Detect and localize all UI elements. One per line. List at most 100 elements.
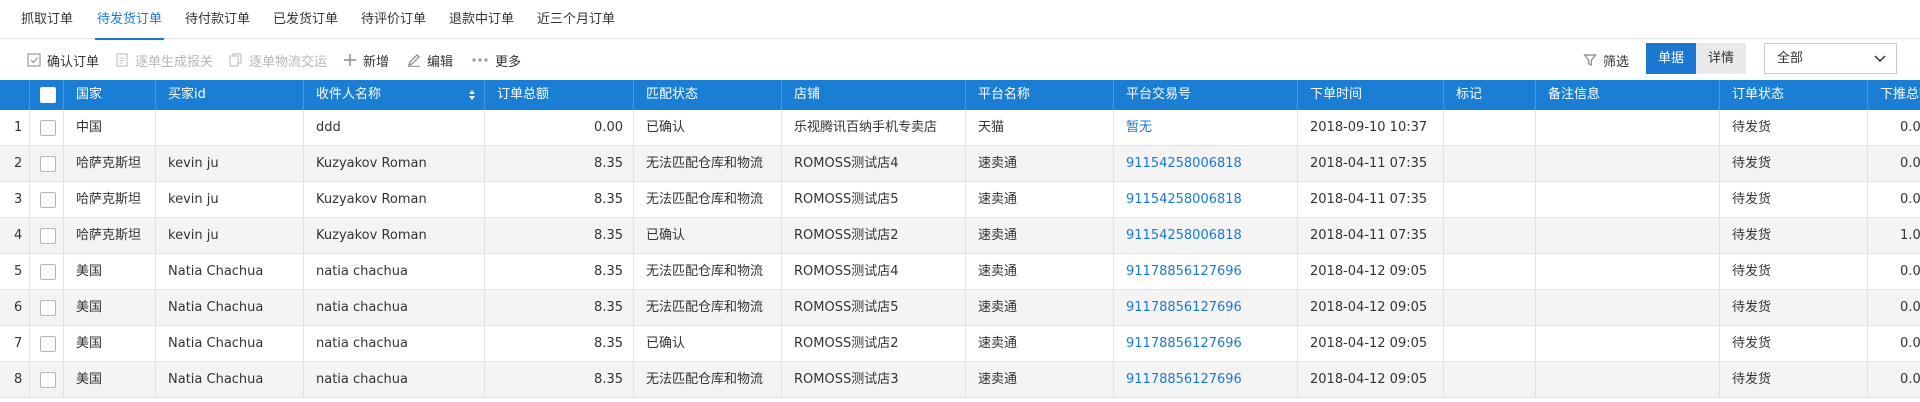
- filter-button[interactable]: 筛选: [1583, 50, 1629, 70]
- cell-order-status: 待发货: [1720, 182, 1868, 218]
- plus-icon: [344, 54, 356, 66]
- cell-order-status: 待发货: [1720, 326, 1868, 362]
- row-checkbox[interactable]: [40, 228, 56, 244]
- table-row[interactable]: 3 哈萨克斯坦 kevin ju Kuzyakov Roman 8.35 无法匹配仓库和物…: [0, 182, 1920, 218]
- generate-declaration-button[interactable]: 逐单生成报关: [115, 50, 213, 70]
- table-row[interactable]: 5 美国 Natia Chachua natia chachua 8.35 无法匹配仓库和…: [0, 254, 1920, 290]
- table-row[interactable]: 6 美国 Natia Chachua natia chachua 8.35 无法匹配仓库和…: [0, 290, 1920, 326]
- logistics-dispatch-button[interactable]: 逐单物流交运: [229, 50, 327, 70]
- cell-push-total: 0.00: [1868, 254, 1920, 290]
- cell-trade-no[interactable]: 91178856127696: [1114, 326, 1298, 362]
- header-recipient[interactable]: 收件人名称: [304, 80, 485, 110]
- cell-country: 美国: [64, 326, 156, 362]
- cell-trade-no[interactable]: 91154258006818: [1114, 218, 1298, 254]
- header-push-total[interactable]: 下推总额: [1868, 80, 1920, 110]
- cell-buyer-id: Natia Chachua: [156, 254, 304, 290]
- confirm-order-label: 确认订单: [47, 54, 100, 70]
- cell-recipient: natia chachua: [304, 362, 485, 398]
- header-note[interactable]: 备注信息: [1536, 80, 1720, 110]
- tab-pending-payment[interactable]: 待付款订单: [185, 0, 250, 39]
- cell-index: 4: [0, 218, 30, 254]
- cell-match-status: 无法匹配仓库和物流: [634, 362, 782, 398]
- tab-refunding[interactable]: 退款中订单: [449, 0, 514, 39]
- edit-button[interactable]: 编辑: [407, 50, 453, 70]
- edit-label: 编辑: [427, 54, 454, 70]
- header-order-total[interactable]: 订单总额: [485, 80, 634, 110]
- tab-pending-shipment[interactable]: 待发货订单: [94, 0, 165, 40]
- cell-buyer-id: Natia Chachua: [156, 290, 304, 326]
- cell-shop: ROMOSS测试店2: [782, 218, 966, 254]
- cell-trade-no[interactable]: 91178856127696: [1114, 362, 1298, 398]
- table-row[interactable]: 2 哈萨克斯坦 kevin ju Kuzyakov Roman 8.35 无法匹配仓库和物…: [0, 146, 1920, 182]
- cell-push-total: 0.00: [1868, 362, 1920, 398]
- row-checkbox[interactable]: [40, 156, 56, 172]
- cell-note: [1536, 218, 1720, 254]
- row-checkbox[interactable]: [40, 120, 56, 136]
- more-button[interactable]: 更多: [471, 50, 521, 70]
- view-detail-button[interactable]: 详情: [1696, 43, 1746, 74]
- cell-trade-no[interactable]: 91154258006818: [1114, 146, 1298, 182]
- cell-shop: ROMOSS测试店2: [782, 326, 966, 362]
- table-row[interactable]: 1 中国 ddd 0.00 已确认 乐视腾讯百纳手机专卖店 天猫 暂无 2018-09-10 1…: [0, 110, 1920, 146]
- cell-order-total: 8.35: [485, 362, 634, 398]
- cell-recipient: Kuzyakov Roman: [304, 182, 485, 218]
- table-row[interactable]: 8 美国 Natia Chachua natia chachua 8.35 无法匹配仓库和…: [0, 362, 1920, 398]
- header-match-status[interactable]: 匹配状态: [634, 80, 782, 110]
- cell-platform: 速卖通: [966, 326, 1114, 362]
- checkbox-icon: [27, 53, 41, 67]
- cell-trade-no[interactable]: 91178856127696: [1114, 254, 1298, 290]
- cell-shop: ROMOSS测试店3: [782, 362, 966, 398]
- cell-index: 8: [0, 362, 30, 398]
- header-platform[interactable]: 平台名称: [966, 80, 1114, 110]
- cell-trade-no[interactable]: 暂无: [1114, 110, 1298, 146]
- header-mark[interactable]: 标记: [1444, 80, 1536, 110]
- cell-index: 7: [0, 326, 30, 362]
- row-checkbox[interactable]: [40, 300, 56, 316]
- row-checkbox[interactable]: [40, 192, 56, 208]
- cell-order-total: 0.00: [485, 110, 634, 146]
- cell-order-time: 2018-04-11 07:35: [1298, 218, 1444, 254]
- add-button[interactable]: 新增: [343, 50, 389, 70]
- cell-order-status: 待发货: [1720, 110, 1868, 146]
- tab-pending-review[interactable]: 待评价订单: [361, 0, 426, 39]
- tab-last-three-months[interactable]: 近三个月订单: [537, 0, 615, 39]
- cell-order-time: 2018-04-12 09:05: [1298, 362, 1444, 398]
- cell-mark: [1444, 110, 1536, 146]
- header-order-time[interactable]: 下单时间: [1298, 80, 1444, 110]
- row-checkbox[interactable]: [40, 372, 56, 388]
- cell-order-time: 2018-09-10 10:37: [1298, 110, 1444, 146]
- status-select[interactable]: 全部: [1764, 43, 1897, 74]
- row-checkbox[interactable]: [40, 336, 56, 352]
- more-dots-icon: [472, 58, 488, 62]
- header-country[interactable]: 国家: [64, 80, 156, 110]
- cell-platform: 天猫: [966, 110, 1114, 146]
- cell-trade-no[interactable]: 91178856127696: [1114, 290, 1298, 326]
- row-checkbox[interactable]: [40, 264, 56, 280]
- header-index: [0, 80, 30, 110]
- sort-icon[interactable]: [468, 89, 476, 101]
- header-shop[interactable]: 店铺: [782, 80, 966, 110]
- select-all-checkbox[interactable]: [40, 87, 56, 103]
- confirm-order-button[interactable]: 确认订单: [27, 50, 99, 70]
- filter-label: 筛选: [1603, 54, 1630, 70]
- table-row[interactable]: 4 哈萨克斯坦 kevin ju Kuzyakov Roman 8.35 已确认 ROMOS…: [0, 218, 1920, 254]
- cell-order-total: 8.35: [485, 146, 634, 182]
- cell-order-time: 2018-04-12 09:05: [1298, 326, 1444, 362]
- cell-push-total: 0.00: [1868, 290, 1920, 326]
- cell-match-status: 已确认: [634, 326, 782, 362]
- tab-fetch-orders[interactable]: 抓取订单: [21, 0, 73, 39]
- cell-push-total: 1.00: [1868, 218, 1920, 254]
- cell-buyer-id: Natia Chachua: [156, 362, 304, 398]
- view-single-button[interactable]: 单据: [1646, 43, 1696, 74]
- cell-trade-no[interactable]: 91154258006818: [1114, 182, 1298, 218]
- header-trade-no[interactable]: 平台交易号: [1114, 80, 1298, 110]
- header-order-status[interactable]: 订单状态: [1720, 80, 1868, 110]
- cell-order-total: 8.35: [485, 326, 634, 362]
- table-row[interactable]: 7 美国 Natia Chachua natia chachua 8.35 已确认 ROMO…: [0, 326, 1920, 362]
- cell-recipient: natia chachua: [304, 254, 485, 290]
- tab-shipped[interactable]: 已发货订单: [273, 0, 338, 39]
- cell-select: [30, 110, 64, 146]
- cell-push-total: 0.00: [1868, 182, 1920, 218]
- header-buyer-id[interactable]: 买家id: [156, 80, 304, 110]
- cell-buyer-id: [156, 110, 304, 146]
